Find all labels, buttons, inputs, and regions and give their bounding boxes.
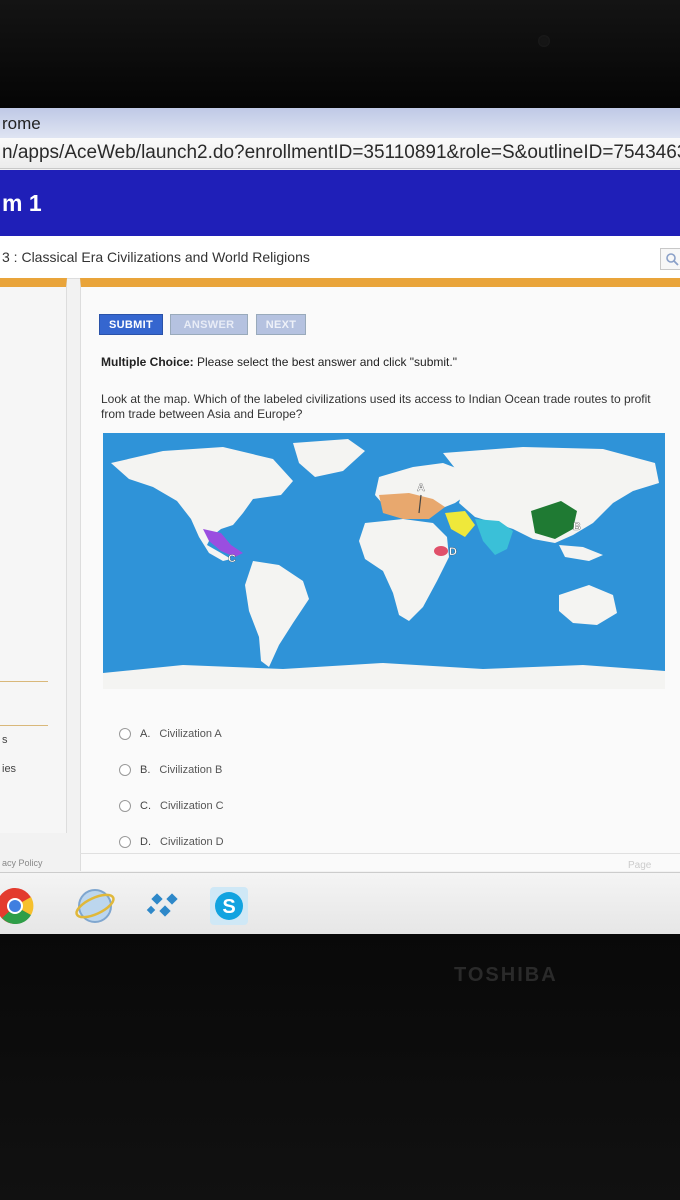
next-button[interactable]: NEXT <box>256 314 306 335</box>
course-title: m 1 <box>2 190 42 216</box>
choice-text: Civilization D <box>160 836 224 848</box>
webcam <box>538 35 550 47</box>
page-label: Page <box>628 860 652 871</box>
svg-text:S: S <box>222 896 235 918</box>
choice-letter: D. <box>140 836 151 848</box>
lesson-bar: 3 : Classical Era Civilizations and Worl… <box>0 236 680 279</box>
sidebar-divider <box>0 725 48 726</box>
skype-icon[interactable]: S <box>208 885 250 927</box>
sidebar-item[interactable]: s <box>2 734 8 746</box>
map-label-b: B <box>573 521 581 533</box>
laptop-bezel-top <box>0 0 680 108</box>
screen: rome n/apps/AceWeb/launch2.do?enrollment… <box>0 108 680 934</box>
search-icon <box>666 253 679 266</box>
laptop-bezel-bottom: TOSHIBA <box>0 934 680 1200</box>
choice-text: Civilization B <box>159 764 223 776</box>
chrome-icon[interactable] <box>0 885 36 927</box>
instructions: Multiple Choice: Please select the best … <box>101 355 457 369</box>
brand-logo: TOSHIBA <box>454 964 558 986</box>
world-map: A B C D <box>103 433 665 689</box>
sidebar-divider <box>0 681 48 682</box>
instructions-text: Please select the best answer and click … <box>193 355 457 369</box>
left-sidebar: s ies <box>0 278 67 833</box>
choice-letter: B. <box>140 764 151 776</box>
map-label-a: A <box>417 482 425 494</box>
question-text: Look at the map. Which of the labeled ci… <box>101 392 651 421</box>
map-landmass <box>103 663 665 689</box>
lesson-title: 3 : Classical Era Civilizations and Worl… <box>2 249 310 265</box>
choice-d[interactable]: D. Civilization D <box>119 836 224 848</box>
question-panel: SUBMIT ANSWER NEXT Multiple Choice: Plea… <box>80 278 680 871</box>
map-label-c: C <box>228 553 236 565</box>
choice-c[interactable]: C. Civilization C <box>119 800 224 812</box>
sidebar-item[interactable]: ies <box>2 763 16 775</box>
radio-button[interactable] <box>119 764 131 776</box>
choice-b[interactable]: B. Civilization B <box>119 764 222 776</box>
browser-titlebar: rome <box>0 108 680 138</box>
answer-button[interactable]: ANSWER <box>170 314 248 335</box>
choice-a[interactable]: A. Civilization A <box>119 728 222 740</box>
browser-title: rome <box>2 114 41 133</box>
url-text[interactable]: n/apps/AceWeb/launch2.do?enrollmentID=35… <box>2 142 680 164</box>
instructions-label: Multiple Choice: <box>101 355 194 369</box>
radio-button[interactable] <box>119 728 131 740</box>
address-bar[interactable]: n/apps/AceWeb/launch2.do?enrollmentID=35… <box>0 138 680 169</box>
submit-button[interactable]: SUBMIT <box>99 314 163 335</box>
choice-text: Civilization A <box>159 728 222 740</box>
civ-d-region <box>434 546 448 556</box>
search-button[interactable] <box>660 248 680 270</box>
taskbar: S <box>0 872 680 934</box>
choice-letter: C. <box>140 800 151 812</box>
kodi-icon[interactable] <box>144 885 186 927</box>
privacy-policy-link[interactable]: acy Policy <box>2 858 43 868</box>
choice-letter: A. <box>140 728 151 740</box>
footer-divider <box>80 853 680 854</box>
map-label-d: D <box>449 546 457 558</box>
course-banner: m 1 <box>0 170 680 236</box>
radio-button[interactable] <box>119 836 131 848</box>
radio-button[interactable] <box>119 800 131 812</box>
choice-text: Civilization C <box>160 800 224 812</box>
internet-explorer-icon[interactable] <box>74 885 116 927</box>
